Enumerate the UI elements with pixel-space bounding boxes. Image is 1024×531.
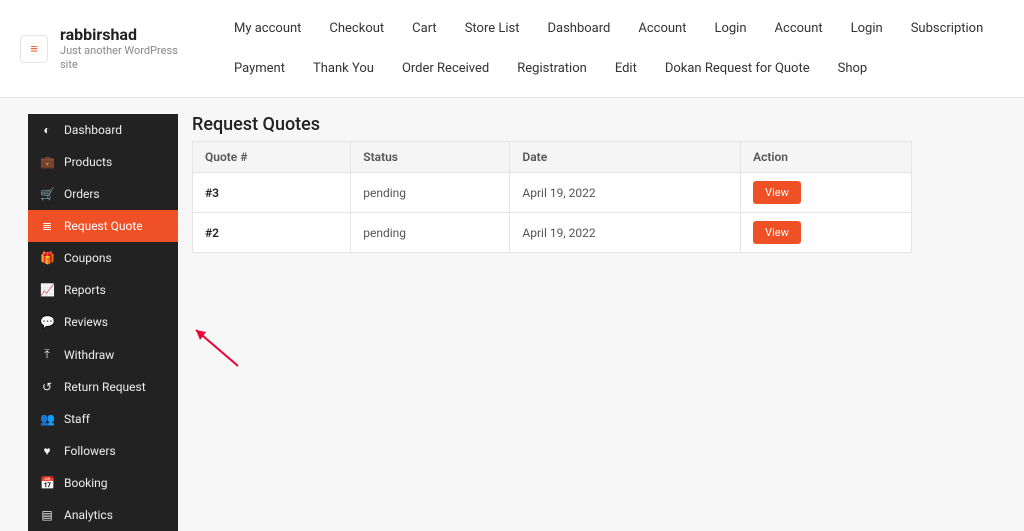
heart-icon: ♥ [40,444,54,458]
sidebar-item-booking[interactable]: 📅 Booking [28,467,178,499]
topnav-link[interactable]: Thank You [299,51,388,86]
topnav-link[interactable]: Payment [220,51,299,86]
date-cell: April 19, 2022 [510,213,741,253]
sidebar-item-label: Withdraw [64,348,114,362]
cart-icon: 🛒 [40,187,54,201]
dashboard-icon: ◐ [40,123,54,137]
sidebar-item-label: Products [64,155,112,169]
sidebar-item-label: Return Request [64,380,146,394]
sidebar-item-label: Staff [64,412,90,426]
topnav-link[interactable]: Order Received [388,51,503,86]
sidebar-item-dashboard[interactable]: ◐ Dashboard [28,114,178,146]
quote-number-cell: #2 [193,213,351,253]
briefcase-icon: 💼 [40,155,54,169]
sidebar-item-label: Reviews [64,315,108,329]
sidebar-item-label: Analytics [64,508,113,522]
topnav-link[interactable]: My account [220,11,315,46]
chart-icon: 📈 [40,283,54,297]
quotes-table: Quote #StatusDateAction #3pendingApril 1… [192,141,912,253]
upload-icon: ⤒ [40,347,54,362]
topnav-link[interactable]: Store List [451,11,534,46]
sidebar-item-products[interactable]: 💼 Products [28,146,178,178]
topnav-link[interactable]: Dashboard [533,11,624,46]
action-cell: View [741,173,912,213]
topnav-link[interactable]: Registration [503,51,601,86]
topnav-link[interactable]: Login [700,11,760,46]
comments-icon: 💬 [40,315,54,329]
top-navigation: My accountCheckoutCartStore ListDashboar… [220,0,1004,97]
table-row: #3pendingApril 19, 2022 View [193,173,912,213]
status-cell: pending [351,213,510,253]
sidebar-item-request-quote[interactable]: ≣ Request Quote [28,210,178,242]
status-cell: pending [351,173,510,213]
sidebar-item-coupons[interactable]: 🎁 Coupons [28,242,178,274]
topnav-link[interactable]: Subscription [897,11,998,46]
sidebar-item-label: Followers [64,444,116,458]
bars-icon: ▤ [40,508,54,522]
users-icon: 👥 [40,412,54,426]
table-row: #2pendingApril 19, 2022 View [193,213,912,253]
sidebar-item-withdraw[interactable]: ⤒ Withdraw [28,338,178,371]
menu-toggle-button[interactable]: ≡ [20,35,48,63]
sidebar-item-analytics[interactable]: ▤ Analytics [28,499,178,531]
topnav-link[interactable]: Account [624,11,700,46]
vendor-sidebar: ◐ Dashboard 💼 Products 🛒 Orders ≣ Request Quote… [28,114,178,531]
page-title: Request Quotes [192,114,1004,135]
topnav-link[interactable]: Account [761,11,837,46]
topnav-link[interactable]: Edit [601,51,651,86]
sidebar-item-return-request[interactable]: ↺ Return Request [28,371,178,403]
site-title: rabbirshad [60,25,180,44]
topnav-link[interactable]: Checkout [315,11,398,46]
sidebar-item-reviews[interactable]: 💬 Reviews [28,306,178,338]
date-cell: April 19, 2022 [510,173,741,213]
topnav-link[interactable]: Cart [398,11,451,46]
quote-number-cell: #3 [193,173,351,213]
topnav-link[interactable]: Shop [824,51,882,86]
column-header: Quote # [193,142,351,173]
list-icon: ≣ [40,219,54,233]
sidebar-item-label: Reports [64,283,106,297]
sidebar-item-label: Booking [64,476,108,490]
undo-icon: ↺ [40,380,54,394]
column-header: Date [510,142,741,173]
column-header: Status [351,142,510,173]
gift-icon: 🎁 [40,251,54,265]
topnav-link[interactable]: Dokan Request for Quote [651,51,824,86]
topnav-link[interactable]: Login [837,11,897,46]
calendar-icon: 📅 [40,476,54,490]
sidebar-item-orders[interactable]: 🛒 Orders [28,178,178,210]
sidebar-item-reports[interactable]: 📈 Reports [28,274,178,306]
sidebar-item-label: Coupons [64,251,112,265]
view-button[interactable]: View [753,221,801,244]
sidebar-item-label: Request Quote [64,219,143,233]
site-tagline: Just another WordPress site [60,44,180,73]
column-header: Action [741,142,912,173]
sidebar-item-followers[interactable]: ♥ Followers [28,435,178,467]
menu-icon: ≡ [30,41,38,57]
sidebar-item-label: Dashboard [64,123,122,137]
action-cell: View [741,213,912,253]
sidebar-item-label: Orders [64,187,100,201]
sidebar-item-staff[interactable]: 👥 Staff [28,403,178,435]
view-button[interactable]: View [753,181,801,204]
